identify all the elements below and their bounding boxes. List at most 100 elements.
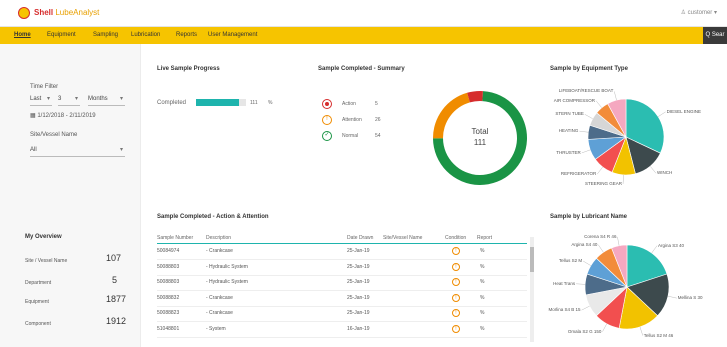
equipment-leader-1 [650, 166, 657, 174]
equipment-label-7: AIR COMPRESSOR [553, 97, 596, 103]
nav-sampling[interactable]: Sampling [93, 32, 118, 38]
lubricant-label-3: Omala S2 G 150 [567, 328, 602, 334]
main-nav: Home Equipment Sampling Lubrication Repo… [0, 27, 727, 44]
donut-total-value: 111 [473, 138, 487, 147]
period-value-select[interactable]: 3 ▾ [58, 94, 80, 106]
lubricant-leader-0 [651, 245, 658, 254]
lubricant-label-4: Morlina S4 B 15 [548, 307, 581, 313]
lubricant-pie-title: Sample by Lubricant Name [550, 214, 628, 220]
cell-sample-number: 50084974 [157, 248, 180, 254]
col-description[interactable]: Description [206, 235, 231, 241]
live-progress-title: Live Sample Progress [157, 66, 220, 72]
shell-logo-icon [18, 7, 30, 19]
overview-value-equipment: 1877 [106, 294, 127, 304]
equipment-label-5: HEATING [558, 128, 579, 134]
lubricant-leader-8 [617, 236, 620, 246]
date-range-value: 1/12/2018 - 2/11/2019 [37, 113, 96, 119]
nav-home[interactable]: Home [14, 32, 31, 38]
cell-date-drawn: 25-Jan-19 [347, 310, 370, 316]
equipment-slice-0[interactable] [625, 98, 665, 154]
lubricant-slice-0[interactable] [626, 244, 668, 288]
summary-action-value: 5 [375, 101, 378, 107]
lubricant-leader-6 [583, 260, 591, 266]
chevron-down-icon: ▾ [119, 147, 123, 153]
lubricant-label-8: Corena S4 R 46 [584, 233, 617, 239]
col-condition[interactable]: Condition [445, 235, 466, 241]
lubricant-slice-3[interactable] [595, 286, 628, 329]
equipment-slice-6[interactable] [589, 112, 627, 138]
lubricant-label-0: Argina S3 40 [657, 242, 684, 248]
lubricant-slice-8[interactable] [611, 244, 628, 288]
period-prefix-select[interactable]: Last ▾ [30, 94, 52, 106]
cell-sample-number: 50088803 [157, 263, 180, 270]
progress-percent: % [268, 100, 273, 106]
col-sample-number[interactable]: Sample Number [157, 235, 193, 241]
col-report[interactable]: Report [477, 235, 492, 241]
progress-count: 111 [250, 100, 258, 106]
cell-date-drawn: 25-Jan-19 [347, 263, 370, 270]
lubricant-slice-2[interactable] [618, 286, 659, 330]
equipment-leader-7 [595, 100, 602, 108]
site-select[interactable]: All ▾ [30, 145, 125, 157]
scrollbar-thumb[interactable] [530, 247, 534, 272]
nav-reports[interactable]: Reports [176, 32, 197, 38]
lubricant-slice-5[interactable] [584, 273, 628, 296]
progress-fill [196, 99, 239, 106]
equipment-slice-3[interactable] [594, 136, 627, 173]
lubricant-slice-7[interactable] [595, 247, 628, 288]
equipment-label-4: THRUSTER [556, 149, 581, 155]
equipment-slice-4[interactable] [587, 136, 628, 160]
lubricant-slice-6[interactable] [586, 257, 628, 288]
search-button[interactable]: Q Sear [703, 27, 727, 44]
cell-date-drawn: 25-Jan-19 [347, 279, 370, 285]
attention-icon: ! [452, 324, 460, 333]
brand-secondary: LubeAnalyst [55, 8, 100, 17]
summary-action-label: Action [342, 101, 356, 107]
equipment-slice-8[interactable] [607, 98, 627, 138]
user-menu[interactable]: ♙ customer ▾ [681, 9, 717, 16]
equipment-leader-3 [597, 166, 603, 175]
user-name: customer [687, 10, 713, 16]
lubricant-label-6: Tellus S2 M [558, 258, 583, 264]
equipment-slice-5[interactable] [587, 124, 627, 140]
overview-value-component: 1912 [106, 316, 127, 326]
chevron-down-icon: ▾ [119, 96, 123, 102]
period-prefix-value: Last [30, 96, 42, 102]
donut-total-label: Total [471, 127, 489, 136]
summary-normal-label: Normal [342, 133, 359, 139]
equipment-label-8: LIFEBOAT/RESCUE BOAT [558, 88, 614, 94]
equipment-leader-8 [614, 91, 617, 101]
donut-segment-action[interactable] [467, 91, 483, 103]
col-date-drawn[interactable]: Date Drawn [347, 235, 373, 241]
lubricant-slice-4[interactable] [585, 286, 628, 317]
period-unit-value: Months [88, 96, 108, 102]
summary-attention-value: 26 [375, 117, 381, 123]
equipment-leader-0 [657, 111, 666, 117]
lubricant-leader-7 [598, 244, 604, 253]
equipment-label-3: REFRIGERATOR [560, 171, 597, 177]
overview-title: My Overview [25, 234, 62, 240]
table-title: Sample Completed - Action & Attention [157, 214, 269, 220]
date-range[interactable]: ▦ 1/12/2018 - 2/11/2019 [30, 112, 96, 119]
nav-equipment[interactable]: Equipment [47, 32, 76, 38]
cell-description: - Hydraulic System [206, 263, 248, 270]
cell-date-drawn: 16-Jan-19 [347, 325, 370, 332]
nav-user-management[interactable]: User Management [208, 32, 257, 38]
equipment-leader-2 [622, 174, 624, 184]
table-header-divider [157, 243, 527, 244]
lubricant-label-7: Argina S4 40 [571, 241, 598, 247]
equipment-slice-2[interactable] [611, 136, 636, 176]
cell-report: % [480, 325, 485, 332]
equipment-slice-1[interactable] [625, 136, 661, 175]
table-scrollbar[interactable] [530, 237, 534, 342]
attention-icon: ! [452, 278, 460, 286]
nav-lubrication[interactable]: Lubrication [131, 32, 160, 38]
action-icon [322, 99, 332, 109]
calendar-icon: ▦ [30, 113, 36, 119]
col-site-vessel[interactable]: Site/Vessel Name [383, 235, 422, 241]
period-unit-select[interactable]: Months ▾ [88, 94, 125, 106]
equipment-slice-7[interactable] [596, 103, 627, 138]
lubricant-slice-1[interactable] [626, 273, 670, 317]
cell-description: - Hydraulic System [206, 279, 248, 285]
lubricant-label-1: Mellina S 30 [677, 295, 703, 301]
